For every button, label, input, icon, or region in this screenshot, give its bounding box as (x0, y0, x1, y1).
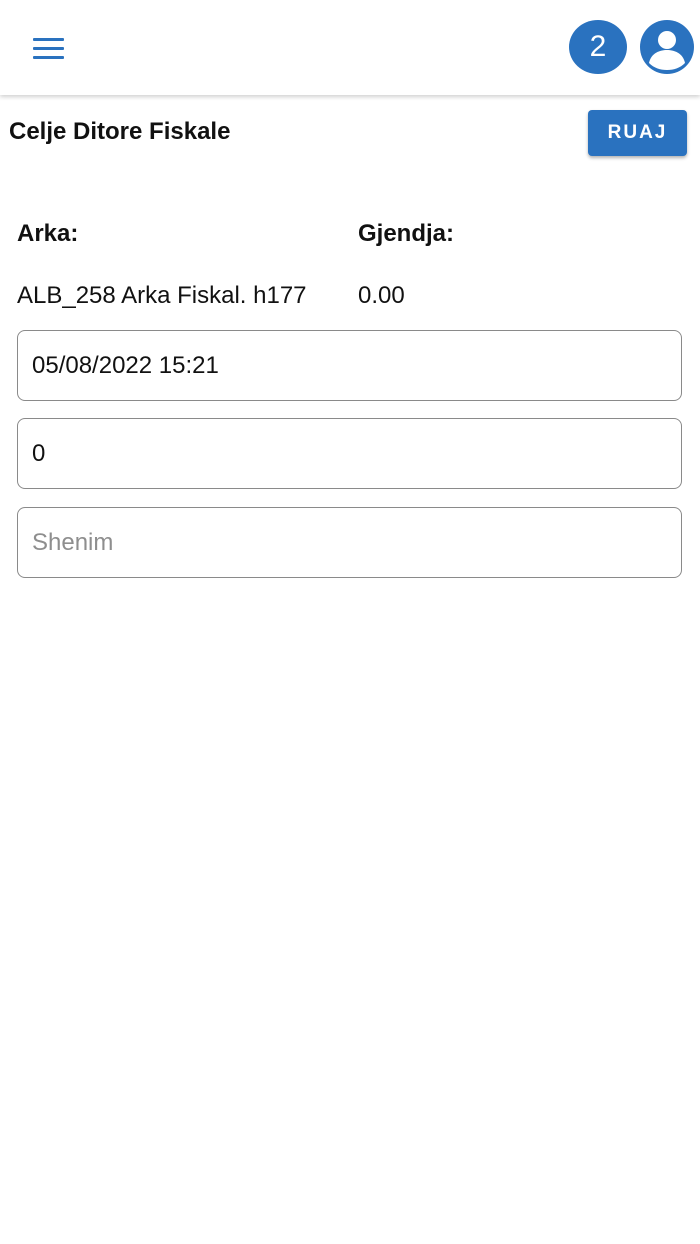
hamburger-menu-icon[interactable] (22, 28, 74, 68)
menu-bar-line (32, 37, 64, 41)
person-icon (649, 31, 685, 70)
note-field[interactable] (17, 507, 682, 578)
menu-bar-line (32, 46, 64, 50)
menu-bar-line (32, 55, 64, 59)
arka-value: ALB_258 Arka Fiskal. h177 (17, 282, 307, 309)
gjendja-value: 0.00 (358, 282, 405, 309)
arka-label: Arka: (17, 220, 79, 247)
app-bar: 2 (0, 0, 700, 95)
notification-count-badge[interactable]: 2 (569, 20, 627, 74)
datetime-field[interactable] (17, 330, 682, 401)
save-button[interactable]: RUAJ (588, 110, 687, 156)
gjendja-label: Gjendja: (358, 220, 455, 247)
user-avatar-icon[interactable] (640, 20, 694, 74)
amount-field[interactable] (17, 418, 682, 489)
page-title: Celje Ditore Fiskale (9, 118, 231, 145)
